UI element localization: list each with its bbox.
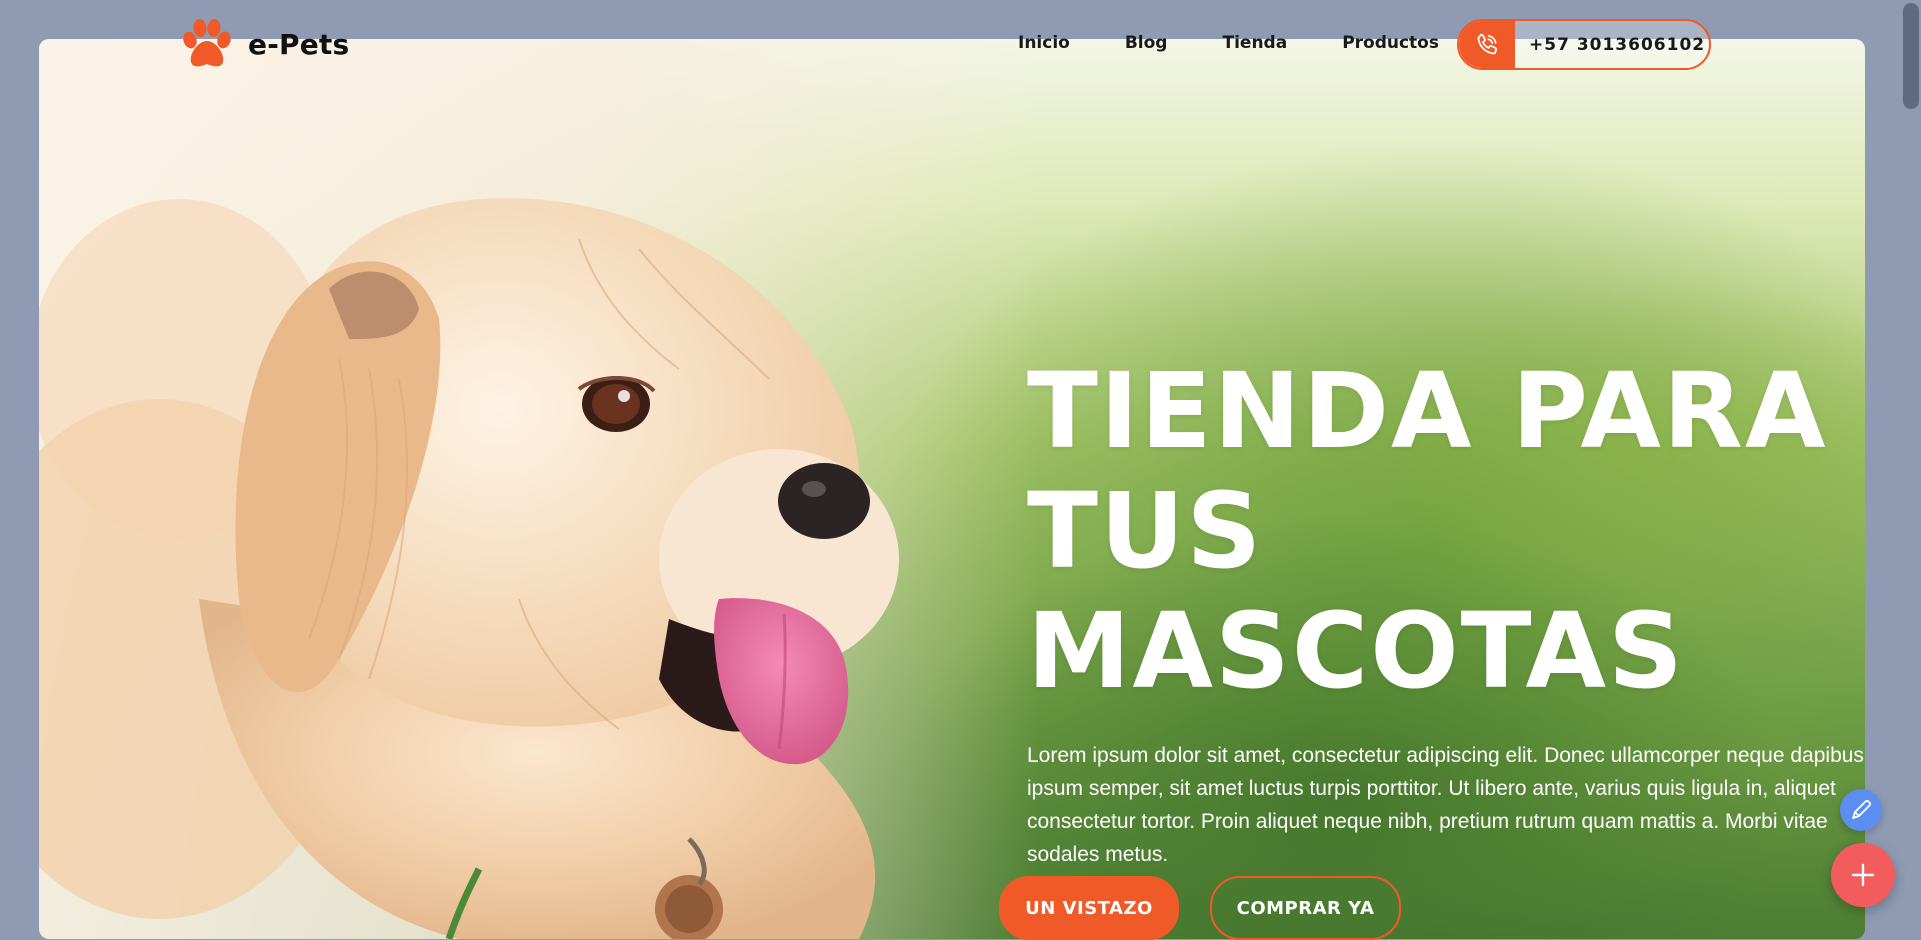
brand-name: e-Pets [248,27,350,61]
site-header: e-Pets Inicio Blog Tienda Productos +57 … [0,0,1921,90]
paw-icon [183,19,231,67]
dog-photo [39,198,899,939]
hero-title-line-3: MASCOTAS [1027,590,1685,712]
scrollbar-thumb[interactable] [1903,3,1919,109]
hero-title: TIENDA PARA TUS MASCOTAS [1027,351,1865,711]
phone-icon-box [1459,21,1515,68]
scrollbar-track[interactable] [1901,0,1921,932]
nav-item-tienda[interactable]: Tienda [1222,33,1287,53]
pencil-icon [1852,800,1871,819]
nav-item-inicio[interactable]: Inicio [1018,33,1070,53]
hero-description: Lorem ipsum dolor sit amet, consectetur … [1027,744,1864,866]
plus-icon [1851,863,1875,887]
hero-banner: TIENDA PARA TUS MASCOTAS Lorem ipsum dol… [39,39,1865,939]
phone-icon [1477,33,1498,54]
un-vistazo-button[interactable]: UN VISTAZO [999,876,1179,940]
logo-link[interactable]: e-Pets [180,18,349,70]
phone-contact-button[interactable]: +57 3013606102 [1457,19,1711,70]
nav-item-blog[interactable]: Blog [1125,33,1168,53]
hero-title-line-2: TUS [1027,470,1264,592]
edit-fab-button[interactable] [1840,789,1882,831]
comprar-ya-button[interactable]: COMPRAR YA [1210,876,1401,940]
hero-title-line-1: TIENDA PARA [1027,350,1828,472]
main-nav: Inicio Blog Tienda Productos [1018,33,1494,53]
phone-number: +57 3013606102 [1529,34,1706,55]
add-fab-button[interactable] [1831,843,1895,907]
nav-item-productos[interactable]: Productos [1342,33,1439,53]
